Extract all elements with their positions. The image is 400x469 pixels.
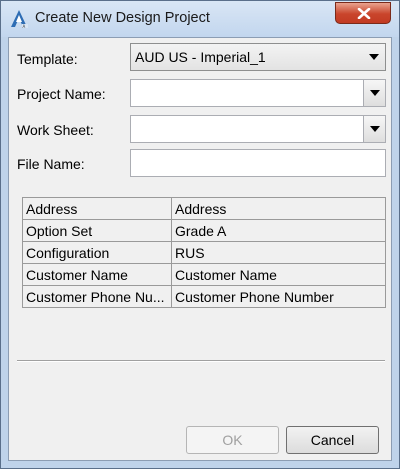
dialog-window: A Create New Design Project Template: AU… — [0, 0, 400, 469]
property-value-cell[interactable]: Grade A — [171, 219, 386, 242]
property-name-cell: Configuration — [22, 241, 172, 264]
close-button[interactable] — [335, 2, 391, 24]
file-name-field[interactable] — [130, 149, 386, 177]
template-select[interactable]: AUD US - Imperial_1 — [130, 43, 386, 71]
project-name-combo[interactable] — [130, 79, 386, 107]
work-sheet-dropdown-button[interactable] — [363, 116, 385, 142]
template-label: Template: — [17, 51, 78, 67]
template-value: AUD US - Imperial_1 — [135, 49, 266, 65]
svg-text:A: A — [23, 24, 26, 29]
properties-grid: Address Address Option Set Grade A Confi… — [22, 197, 386, 308]
table-row[interactable]: Option Set Grade A — [22, 219, 386, 242]
ok-button[interactable]: OK — [186, 426, 279, 454]
project-name-dropdown-button[interactable] — [363, 80, 385, 106]
property-value-cell[interactable]: Customer Phone Number — [171, 285, 386, 308]
chevron-down-icon — [370, 90, 380, 96]
window-title: Create New Design Project — [35, 10, 210, 26]
divider — [17, 360, 385, 362]
property-value-cell[interactable]: Customer Name — [171, 263, 386, 286]
dialog-client-area: Template: AUD US - Imperial_1 Project Na… — [8, 37, 392, 461]
chevron-down-icon — [369, 54, 379, 60]
work-sheet-combo[interactable] — [130, 115, 386, 143]
cancel-button[interactable]: Cancel — [286, 426, 379, 454]
work-sheet-label: Work Sheet: — [17, 122, 94, 138]
property-value-cell[interactable]: Address — [171, 197, 386, 220]
file-name-label: File Name: — [17, 156, 85, 172]
property-name-cell: Customer Phone Nu... — [22, 285, 172, 308]
property-name-cell: Option Set — [22, 219, 172, 242]
chevron-down-icon — [370, 126, 380, 132]
table-row[interactable]: Configuration RUS — [22, 241, 386, 264]
table-row[interactable]: Customer Phone Nu... Customer Phone Numb… — [22, 285, 386, 308]
project-name-label: Project Name: — [17, 86, 106, 102]
property-value-cell[interactable]: RUS — [171, 241, 386, 264]
autodesk-a-icon: A — [9, 9, 29, 29]
close-icon — [357, 8, 371, 19]
table-row[interactable]: Address Address — [22, 197, 386, 220]
property-name-cell: Customer Name — [22, 263, 172, 286]
title-bar[interactable]: A Create New Design Project — [1, 1, 399, 37]
table-row[interactable]: Customer Name Customer Name — [22, 263, 386, 286]
template-dropdown-button[interactable] — [363, 44, 385, 70]
property-name-cell: Address — [22, 197, 172, 220]
